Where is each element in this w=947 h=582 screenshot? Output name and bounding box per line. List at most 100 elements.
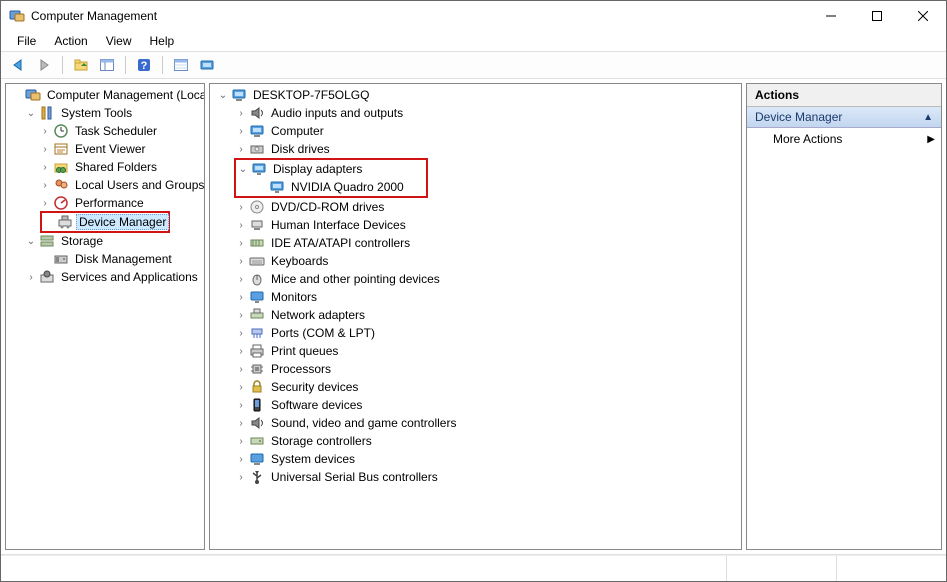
- maximize-button[interactable]: [854, 1, 900, 31]
- storage-icon: [39, 233, 55, 249]
- device-category-system[interactable]: › System devices: [212, 450, 741, 468]
- chevron-down-icon[interactable]: ⌄: [216, 88, 230, 102]
- tree-label: Sound, video and game controllers: [268, 415, 459, 431]
- chevron-right-icon[interactable]: ›: [234, 326, 248, 340]
- chevron-right-icon[interactable]: ›: [234, 380, 248, 394]
- chevron-right-icon[interactable]: ›: [38, 178, 52, 192]
- tree-storage[interactable]: ⌄ Storage: [8, 232, 204, 250]
- help-button[interactable]: ?: [133, 54, 155, 76]
- tree-device-manager[interactable]: · Device Manager: [42, 213, 168, 231]
- device-category-ide[interactable]: › IDE ATA/ATAPI controllers: [212, 234, 741, 252]
- device-category-display-adapters[interactable]: ⌄ Display adapters: [236, 160, 426, 178]
- device-tree-pane[interactable]: ⌄ DESKTOP-7F5OLGQ › Audio inputs and out…: [209, 83, 742, 550]
- chevron-right-icon[interactable]: ›: [234, 452, 248, 466]
- tree-task-scheduler[interactable]: › Task Scheduler: [8, 122, 204, 140]
- device-category-security[interactable]: › Security devices: [212, 378, 741, 396]
- chevron-right-icon[interactable]: ›: [38, 160, 52, 174]
- menu-help[interactable]: Help: [142, 32, 183, 50]
- submenu-icon: ▶: [927, 134, 935, 145]
- chevron-right-icon[interactable]: ›: [38, 196, 52, 210]
- chevron-down-icon[interactable]: ⌄: [24, 234, 38, 248]
- toolbar-separator: [62, 56, 63, 74]
- chevron-right-icon[interactable]: ›: [234, 254, 248, 268]
- tree-label: Device Manager: [76, 214, 169, 230]
- device-category-keyboards[interactable]: › Keyboards: [212, 252, 741, 270]
- chevron-right-icon[interactable]: ›: [234, 344, 248, 358]
- tree-label: Keyboards: [268, 253, 331, 269]
- tree-label: Monitors: [268, 289, 320, 305]
- chevron-down-icon[interactable]: ⌄: [236, 162, 250, 176]
- menu-file[interactable]: File: [9, 32, 44, 50]
- chevron-right-icon[interactable]: ›: [234, 272, 248, 286]
- actions-more-actions[interactable]: More Actions ▶: [747, 128, 941, 150]
- chevron-right-icon[interactable]: ›: [24, 270, 38, 284]
- chevron-right-icon[interactable]: ›: [234, 416, 248, 430]
- mmc-icon: [25, 87, 41, 103]
- tree-label: Audio inputs and outputs: [268, 105, 406, 121]
- shared-folder-icon: [53, 159, 69, 175]
- menu-view[interactable]: View: [98, 32, 140, 50]
- tree-label: Local Users and Groups: [72, 177, 205, 193]
- device-category-sound-video-game[interactable]: › Sound, video and game controllers: [212, 414, 741, 432]
- scan-hardware-button[interactable]: [196, 54, 218, 76]
- titlebar: Computer Management: [1, 1, 946, 31]
- device-category-disk-drives[interactable]: › Disk drives: [212, 140, 741, 158]
- tree-services-applications[interactable]: › Services and Applications: [8, 268, 204, 286]
- actions-section-device-manager[interactable]: Device Manager ▲: [747, 107, 941, 128]
- device-category-usb[interactable]: › Universal Serial Bus controllers: [212, 468, 741, 486]
- device-category-audio[interactable]: › Audio inputs and outputs: [212, 104, 741, 122]
- close-button[interactable]: [900, 1, 946, 31]
- chevron-right-icon[interactable]: ›: [234, 470, 248, 484]
- tree-label: Mice and other pointing devices: [268, 271, 443, 287]
- device-category-ports[interactable]: › Ports (COM & LPT): [212, 324, 741, 342]
- device-category-storage-controllers[interactable]: › Storage controllers: [212, 432, 741, 450]
- status-cell: [726, 556, 836, 581]
- tree-shared-folders[interactable]: › Shared Folders: [8, 158, 204, 176]
- chevron-down-icon[interactable]: ⌄: [24, 106, 38, 120]
- chevron-right-icon[interactable]: ›: [234, 142, 248, 156]
- tree-label: Computer Management (Local: [44, 87, 205, 103]
- tree-event-viewer[interactable]: › Event Viewer: [8, 140, 204, 158]
- chevron-right-icon[interactable]: ›: [234, 124, 248, 138]
- chevron-right-icon[interactable]: ›: [234, 200, 248, 214]
- device-category-computer[interactable]: › Computer: [212, 122, 741, 140]
- tree-label: Shared Folders: [72, 159, 160, 175]
- forward-button[interactable]: [33, 54, 55, 76]
- software-icon: [249, 397, 265, 413]
- chevron-right-icon[interactable]: ›: [234, 308, 248, 322]
- device-category-dvd[interactable]: › DVD/CD-ROM drives: [212, 198, 741, 216]
- disk-icon: [53, 251, 69, 267]
- properties-button[interactable]: [170, 54, 192, 76]
- tree-system-tools[interactable]: ⌄ System Tools: [8, 104, 204, 122]
- device-category-print-queues[interactable]: › Print queues: [212, 342, 741, 360]
- console-tree-pane[interactable]: ▾ Computer Management (Local ⌄ System To…: [5, 83, 205, 550]
- device-category-network[interactable]: › Network adapters: [212, 306, 741, 324]
- chevron-right-icon[interactable]: ›: [38, 142, 52, 156]
- chevron-right-icon[interactable]: ›: [234, 362, 248, 376]
- chevron-right-icon[interactable]: ›: [234, 106, 248, 120]
- ports-icon: [249, 325, 265, 341]
- clock-icon: [53, 123, 69, 139]
- device-root[interactable]: ⌄ DESKTOP-7F5OLGQ: [212, 86, 741, 104]
- device-category-hid[interactable]: › Human Interface Devices: [212, 216, 741, 234]
- chevron-right-icon[interactable]: ›: [234, 398, 248, 412]
- device-category-mice[interactable]: › Mice and other pointing devices: [212, 270, 741, 288]
- back-button[interactable]: [7, 54, 29, 76]
- device-nvidia-quadro[interactable]: · NVIDIA Quadro 2000: [236, 178, 426, 196]
- device-category-processors[interactable]: › Processors: [212, 360, 741, 378]
- menu-action[interactable]: Action: [46, 32, 95, 50]
- tree-local-users-groups[interactable]: › Local Users and Groups: [8, 176, 204, 194]
- chevron-right-icon[interactable]: ›: [234, 290, 248, 304]
- chevron-right-icon[interactable]: ›: [234, 434, 248, 448]
- up-button[interactable]: [70, 54, 92, 76]
- chevron-right-icon[interactable]: ›: [234, 218, 248, 232]
- tree-disk-management[interactable]: · Disk Management: [8, 250, 204, 268]
- device-category-software[interactable]: › Software devices: [212, 396, 741, 414]
- show-hide-tree-button[interactable]: [96, 54, 118, 76]
- chevron-right-icon[interactable]: ›: [38, 124, 52, 138]
- tree-root-computer-management[interactable]: ▾ Computer Management (Local: [8, 86, 204, 104]
- minimize-button[interactable]: [808, 1, 854, 31]
- chevron-right-icon[interactable]: ›: [234, 236, 248, 250]
- tree-performance[interactable]: › Performance: [8, 194, 204, 212]
- device-category-monitors[interactable]: › Monitors: [212, 288, 741, 306]
